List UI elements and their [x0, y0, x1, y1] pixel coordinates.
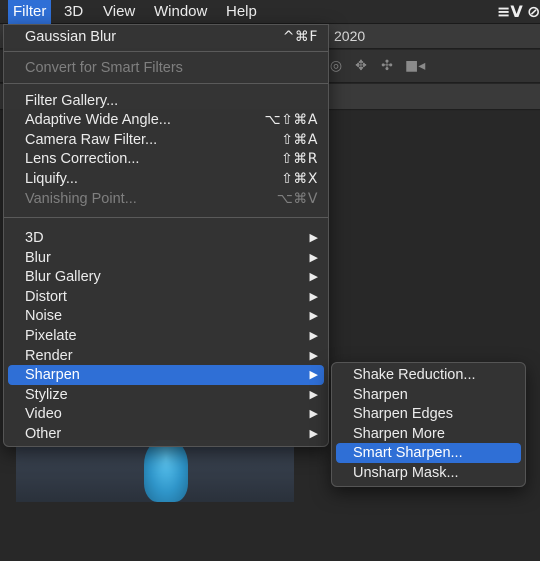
submenu-noise[interactable]: Noise ▶ — [8, 306, 324, 326]
menu-item-label: Sharpen More — [353, 426, 445, 442]
menu-item-unsharp-mask[interactable]: Unsharp Mask... — [336, 463, 521, 483]
menu-item-shortcut: ⇧⌘R — [281, 151, 318, 167]
menu-item-label: Blur — [25, 250, 51, 266]
menu-item-sharpen[interactable]: Sharpen — [336, 385, 521, 405]
menu-filter[interactable]: Filter — [8, 0, 52, 24]
menu-item-shortcut: ^⌘F — [282, 29, 318, 45]
menu-item-liquify[interactable]: Liquify... ⇧⌘X — [8, 169, 324, 189]
submenu-distort[interactable]: Distort ▶ — [8, 287, 324, 307]
menu-item-label: Stylize — [25, 387, 68, 403]
video-camera-icon[interactable]: ■◂ — [405, 57, 425, 75]
menu-item-label: Sharpen — [25, 367, 80, 383]
sync-icon[interactable]: ⊘ — [527, 2, 540, 21]
menu-item-convert-smart-filters[interactable]: Convert for Smart Filters — [8, 58, 324, 78]
submenu-arrow-icon: ▶ — [309, 309, 318, 322]
submenu-arrow-icon: ▶ — [309, 368, 318, 381]
submenu-other[interactable]: Other ▶ — [8, 424, 324, 444]
figure-in-blue-dress — [144, 440, 188, 502]
menu-item-label: Lens Correction... — [25, 151, 140, 167]
menu-item-vanishing-point[interactable]: Vanishing Point... ⌥⌘V — [8, 189, 324, 209]
menu-window[interactable]: Window — [149, 0, 212, 24]
menu-item-label: Sharpen Edges — [353, 406, 453, 422]
submenu-3d[interactable]: 3D ▶ — [8, 228, 324, 248]
menu-view[interactable]: View — [98, 0, 140, 24]
orbit-3d-icon[interactable]: ◎ — [327, 57, 345, 75]
creative-cloud-icon[interactable]: ≡V — [497, 2, 523, 21]
menu-item-label: Blur Gallery — [25, 269, 101, 285]
submenu-arrow-icon: ▶ — [309, 251, 318, 264]
menu-item-label: Other — [25, 426, 62, 442]
menu-separator — [4, 217, 328, 218]
menu-item-shortcut: ⇧⌘X — [281, 171, 318, 187]
menu-item-label: Unsharp Mask... — [353, 465, 459, 481]
menu-separator — [4, 83, 328, 84]
menu-item-label: Noise — [25, 308, 63, 324]
menu-item-sharpen-edges[interactable]: Sharpen Edges — [336, 404, 521, 424]
slide-3d-icon[interactable]: ✣ — [378, 57, 396, 75]
submenu-arrow-icon: ▶ — [309, 329, 318, 342]
menu-item-label: Pixelate — [25, 328, 77, 344]
filter-menu: Gaussian Blur ^⌘F Convert for Smart Filt… — [3, 24, 329, 447]
submenu-arrow-icon: ▶ — [309, 270, 318, 283]
menu-item-label: Video — [25, 406, 62, 422]
menu-item-label: Gaussian Blur — [25, 29, 117, 45]
menu-item-filter-gallery[interactable]: Filter Gallery... — [8, 91, 324, 111]
menu-item-shortcut: ⌥⇧⌘A — [264, 112, 318, 128]
submenu-blur[interactable]: Blur ▶ — [8, 248, 324, 268]
menu-item-label: Adaptive Wide Angle... — [25, 112, 171, 128]
menu-3d[interactable]: 3D — [59, 0, 88, 24]
document-image[interactable] — [16, 440, 294, 502]
menu-help[interactable]: Help — [221, 0, 262, 24]
submenu-arrow-icon: ▶ — [309, 407, 318, 420]
menu-item-label: Convert for Smart Filters — [25, 60, 183, 76]
menu-bar: Filter 3D View Window Help ≡V ⊘ — [0, 0, 540, 24]
menu-item-camera-raw-filter[interactable]: Camera Raw Filter... ⇧⌘A — [8, 130, 324, 150]
sharpen-submenu: Shake Reduction... Sharpen Sharpen Edges… — [331, 362, 526, 487]
submenu-arrow-icon: ▶ — [309, 427, 318, 440]
menu-item-label: Filter Gallery... — [25, 93, 119, 109]
menu-item-label: Sharpen — [353, 387, 408, 403]
pan-3d-icon[interactable]: ✥ — [352, 57, 370, 75]
menu-item-smart-sharpen[interactable]: Smart Sharpen... — [336, 443, 521, 463]
menu-item-shake-reduction[interactable]: Shake Reduction... — [336, 365, 521, 385]
menu-item-label: Distort — [25, 289, 67, 305]
menu-item-adaptive-wide-angle[interactable]: Adaptive Wide Angle... ⌥⇧⌘A — [8, 110, 324, 130]
menu-item-lens-correction[interactable]: Lens Correction... ⇧⌘R — [8, 149, 324, 169]
menu-item-shortcut: ⇧⌘A — [281, 132, 318, 148]
menu-item-gaussian-blur[interactable]: Gaussian Blur ^⌘F — [8, 27, 324, 47]
submenu-pixelate[interactable]: Pixelate ▶ — [8, 326, 324, 346]
submenu-arrow-icon: ▶ — [309, 388, 318, 401]
submenu-sharpen[interactable]: Sharpen ▶ — [8, 365, 324, 385]
menu-item-label: Render — [25, 348, 73, 364]
menu-item-shortcut: ⌥⌘V — [276, 191, 318, 207]
submenu-blur-gallery[interactable]: Blur Gallery ▶ — [8, 267, 324, 287]
submenu-stylize[interactable]: Stylize ▶ — [8, 385, 324, 405]
submenu-arrow-icon: ▶ — [309, 231, 318, 244]
submenu-arrow-icon: ▶ — [309, 349, 318, 362]
submenu-arrow-icon: ▶ — [309, 290, 318, 303]
menu-item-label: Liquify... — [25, 171, 78, 187]
menu-item-label: Vanishing Point... — [25, 191, 137, 207]
menu-item-label: 3D — [25, 230, 44, 246]
menu-item-sharpen-more[interactable]: Sharpen More — [336, 424, 521, 444]
menu-item-label: Shake Reduction... — [353, 367, 476, 383]
submenu-video[interactable]: Video ▶ — [8, 404, 324, 424]
menu-item-label: Smart Sharpen... — [353, 445, 463, 461]
menu-separator — [4, 51, 328, 52]
document-tab-title[interactable]: 2020 — [334, 28, 365, 44]
menu-item-label: Camera Raw Filter... — [25, 132, 158, 148]
submenu-render[interactable]: Render ▶ — [8, 346, 324, 366]
